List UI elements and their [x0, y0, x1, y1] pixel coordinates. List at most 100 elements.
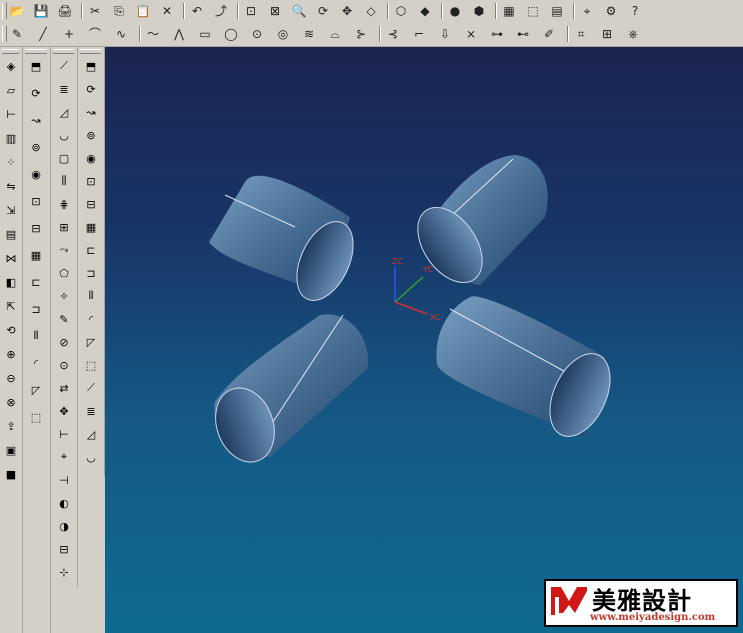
wireframe-icon[interactable]: ⬡ — [392, 2, 410, 20]
toolbar-grip[interactable] — [80, 49, 101, 54]
mirror-icon[interactable]: ⇋ — [2, 177, 20, 195]
cam-icon[interactable]: ⚙ — [602, 2, 620, 20]
spline-icon[interactable]: 〜 — [144, 25, 162, 43]
instance-icon[interactable]: ▣ — [2, 441, 20, 459]
feature-icon[interactable]: ◈ — [2, 57, 20, 75]
help-icon[interactable]: ? — [626, 2, 644, 20]
thicken-icon[interactable]: ▤ — [2, 225, 20, 243]
analyze-icon[interactable]: ⌖ — [55, 448, 73, 466]
move-object-icon[interactable]: ✥ — [55, 402, 73, 420]
replace-icon[interactable]: ⇄ — [55, 379, 73, 397]
studio-icon[interactable]: ✧ — [55, 287, 73, 305]
hole-icon[interactable]: ◉ — [82, 149, 100, 167]
blend-icon[interactable]: ⎈ — [624, 25, 642, 43]
curve-icon[interactable]: ∿ — [112, 25, 130, 43]
edit-curve-icon[interactable]: ✐ — [540, 25, 558, 43]
pipe-lower-left[interactable] — [206, 314, 369, 470]
cut-icon[interactable]: ✂ — [86, 2, 104, 20]
orient-view-icon[interactable]: ◇ — [362, 2, 380, 20]
rib-icon[interactable]: ⫴ — [27, 327, 45, 345]
project-curve-icon[interactable]: ⇩ — [436, 25, 454, 43]
offset-curve-icon[interactable]: ≋ — [300, 25, 318, 43]
thread-icon[interactable]: ≣ — [55, 80, 73, 98]
rotate-icon[interactable]: ⟳ — [314, 2, 332, 20]
layer-icon[interactable]: ⬢ — [470, 2, 488, 20]
pattern-icon[interactable]: ⁘ — [2, 153, 20, 171]
measure-icon[interactable]: ⊢ — [55, 425, 73, 443]
toolbar-grip[interactable] — [25, 49, 47, 54]
split-curve-icon[interactable]: ⊷ — [514, 25, 532, 43]
revolve-icon[interactable]: ⟳ — [27, 84, 45, 102]
pipe-lower-right[interactable] — [436, 296, 622, 445]
swept-surface-icon[interactable]: ⤳ — [55, 241, 73, 259]
pad-icon[interactable]: ▦ — [82, 218, 100, 236]
color-icon[interactable]: ◐ — [55, 494, 73, 512]
surface-icon[interactable]: ⌗ — [572, 25, 590, 43]
edit-feature-icon[interactable]: ✎ — [55, 310, 73, 328]
paste-icon[interactable]: 📋 — [134, 2, 152, 20]
datum-axis-icon[interactable]: ⊢ — [2, 105, 20, 123]
chamfer-icon[interactable]: ◸ — [27, 381, 45, 399]
print-icon[interactable]: 🖨 — [56, 2, 74, 20]
shaded-icon[interactable]: ◆ — [416, 2, 434, 20]
datum-plane-icon[interactable]: ▱ — [2, 81, 20, 99]
fit-view-icon[interactable]: ⊡ — [242, 2, 260, 20]
polyline-icon[interactable]: ⋀ — [170, 25, 188, 43]
wcs-icon[interactable]: ⊹ — [55, 563, 73, 581]
bridge-curve-icon[interactable]: ⌓ — [326, 25, 344, 43]
analysis-icon[interactable]: ⌖ — [578, 2, 596, 20]
redo-icon[interactable]: ⤴ — [212, 2, 230, 20]
taper-icon[interactable]: ◿ — [55, 103, 73, 121]
wrap-icon[interactable]: ⟲ — [2, 321, 20, 339]
extend-icon[interactable]: ⊰ — [384, 25, 402, 43]
intersect-icon[interactable]: ⊗ — [2, 393, 20, 411]
save-icon[interactable]: 💾 — [32, 2, 50, 20]
face-blend-icon[interactable]: ◡ — [55, 126, 73, 144]
slot-icon[interactable]: ⊏ — [27, 273, 45, 291]
show-hide-icon[interactable]: ◑ — [55, 517, 73, 535]
open-icon[interactable]: 📂 — [8, 2, 26, 20]
point-icon[interactable]: + — [60, 25, 78, 43]
pocket-icon[interactable]: ⊟ — [82, 195, 100, 213]
boss-icon[interactable]: ⊡ — [82, 172, 100, 190]
helix-icon[interactable]: ◎ — [274, 25, 292, 43]
rib-icon[interactable]: ⫴ — [82, 287, 100, 305]
unsuppress-icon[interactable]: ⊙ — [55, 356, 73, 374]
undo-icon[interactable]: ↶ — [188, 2, 206, 20]
join-curve-icon[interactable]: ⊶ — [488, 25, 506, 43]
block-icon[interactable]: ■ — [2, 465, 20, 483]
rectangle-icon[interactable]: ▭ — [196, 25, 214, 43]
extract-icon[interactable]: ⇪ — [2, 417, 20, 435]
pad-icon[interactable]: ▦ — [27, 246, 45, 264]
zoom-icon[interactable]: 🔍 — [290, 2, 308, 20]
ellipse-icon[interactable]: ⊙ — [248, 25, 266, 43]
unite-icon[interactable]: ⊕ — [2, 345, 20, 363]
offset-icon[interactable]: ⇲ — [2, 201, 20, 219]
toolbar-grip[interactable] — [53, 49, 74, 54]
fillet-curve-icon[interactable]: ⌐ — [410, 25, 428, 43]
hole-icon[interactable]: ◉ — [27, 165, 45, 183]
pan-icon[interactable]: ✥ — [338, 2, 356, 20]
sweep-icon[interactable]: ↝ — [27, 111, 45, 129]
toolbar-grip[interactable] — [2, 49, 19, 54]
revolve-icon[interactable]: ⟳ — [82, 80, 100, 98]
drafting-icon[interactable]: ▤ — [548, 2, 566, 20]
mesh-surface-icon[interactable]: ⊞ — [55, 218, 73, 236]
scale-icon[interactable]: ⇱ — [2, 297, 20, 315]
face-blend-icon[interactable]: ◡ — [82, 448, 100, 466]
n-sided-icon[interactable]: ⬠ — [55, 264, 73, 282]
trim-body-icon[interactable]: ◧ — [2, 273, 20, 291]
boss-icon[interactable]: ⊡ — [27, 192, 45, 210]
sweep-icon[interactable]: ↝ — [82, 103, 100, 121]
draft-icon[interactable]: ⟋ — [82, 379, 100, 397]
model-tree-icon[interactable]: ▦ — [500, 2, 518, 20]
extrude-icon[interactable]: ⬒ — [27, 57, 45, 75]
assembly-icon[interactable]: ⬚ — [524, 2, 542, 20]
tube-icon[interactable]: ⊚ — [82, 126, 100, 144]
through-curves-icon[interactable]: ⋕ — [55, 195, 73, 213]
delete-icon[interactable]: ✕ — [158, 2, 176, 20]
sew-icon[interactable]: ⋈ — [2, 249, 20, 267]
graphics-viewport[interactable]: ZC YC XC — [105, 47, 743, 633]
section-icon[interactable]: ⊣ — [55, 471, 73, 489]
model-scene[interactable]: ZC YC XC — [105, 47, 743, 633]
